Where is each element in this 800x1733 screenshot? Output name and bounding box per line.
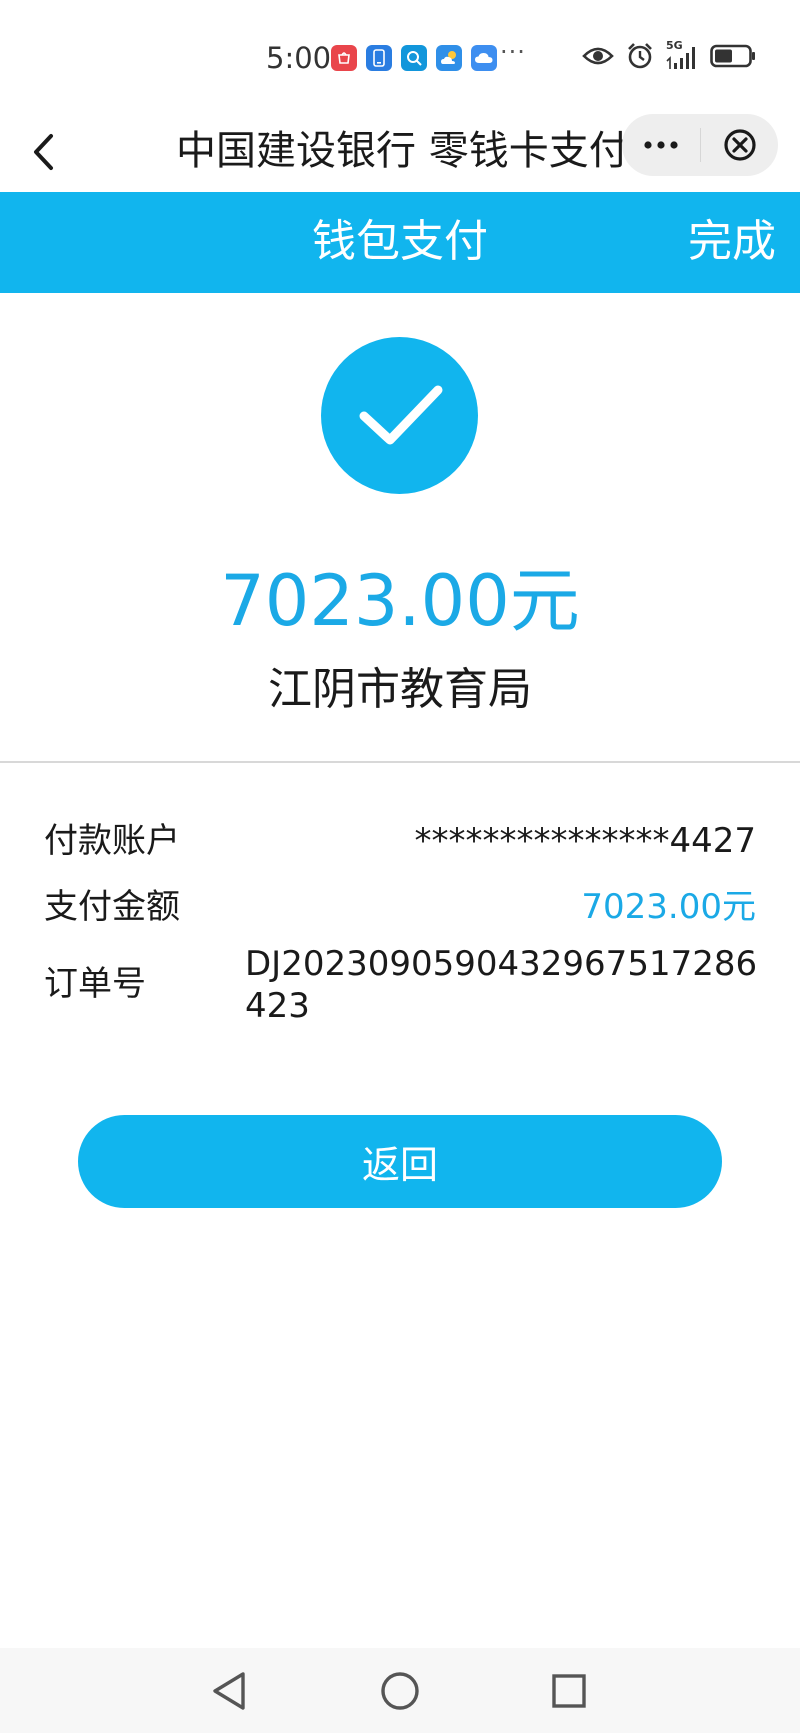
close-button[interactable]: [701, 114, 778, 176]
chevron-left-icon: [34, 134, 53, 170]
back-button[interactable]: [18, 124, 68, 180]
order-number: DJ2023090590432967517286423: [245, 944, 758, 1026]
system-icons: 5G: [582, 39, 756, 74]
signal-icon: 5G: [666, 39, 698, 71]
page-title: 中国建设银行 零钱卡支付: [176, 128, 629, 174]
wallet-header: 钱包支付 完成: [0, 192, 800, 293]
section-divider: [0, 761, 800, 763]
order-label: 订单号: [44, 964, 146, 1004]
account-value: ***************4427: [414, 821, 756, 861]
return-button[interactable]: 返回: [78, 1115, 722, 1208]
more-button[interactable]: [622, 114, 700, 176]
system-nav-bar: [0, 1648, 800, 1733]
amount-value: 7023.00元: [581, 887, 756, 927]
close-circle-icon: [723, 129, 756, 161]
mini-program-capsule: [622, 114, 778, 176]
search-app-icon: [401, 45, 427, 71]
phone-app-icon: [366, 45, 392, 71]
shop-app-icon: [331, 45, 357, 71]
wallet-title: 钱包支付: [312, 216, 488, 267]
done-button[interactable]: 完成: [688, 212, 776, 272]
nav-bar: 中国建设银行 零钱卡支付: [0, 112, 800, 192]
account-label: 付款账户: [44, 821, 180, 861]
network-type: 5G: [666, 39, 683, 52]
nav-recents-button[interactable]: [534, 1656, 604, 1726]
square-recents-icon: [552, 1674, 586, 1708]
circle-home-icon: [381, 1672, 419, 1710]
success-check-icon: [321, 337, 478, 494]
merchant-name: 江阴市教育局: [268, 664, 532, 715]
battery-icon: [710, 44, 756, 72]
nav-back-button[interactable]: [194, 1656, 264, 1726]
amount-label: 支付金额: [44, 887, 180, 927]
notification-icons: [331, 45, 497, 71]
status-time: 5:00: [266, 41, 332, 75]
more-notifications: ···: [500, 38, 526, 66]
cloud-app-icon: [471, 45, 497, 71]
more-dots-icon: [644, 141, 678, 149]
status-bar: 5:00 ··· 5G: [0, 0, 800, 112]
weather-app-icon: [436, 45, 462, 71]
nav-home-button[interactable]: [365, 1656, 435, 1726]
alarm-icon: [626, 42, 654, 74]
payment-success-page: 5:00 ··· 5G 中国建设银行 零钱卡支付 钱包支付 完成 7023.00…: [0, 0, 800, 1733]
payment-amount: 7023.00元: [220, 560, 580, 642]
triangle-back-icon: [213, 1672, 245, 1710]
eye-icon: [582, 45, 614, 71]
